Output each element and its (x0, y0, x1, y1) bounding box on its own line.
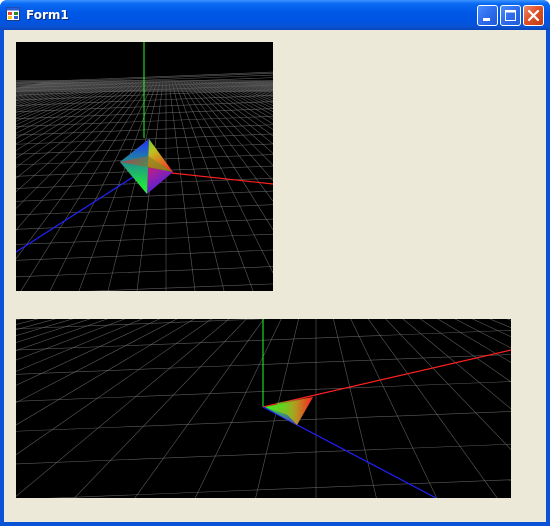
grid-line (16, 319, 143, 372)
grid-line (189, 81, 273, 166)
grid-line (16, 411, 511, 432)
grid-line (16, 319, 74, 337)
grid-line (222, 81, 273, 104)
grid-line (16, 443, 511, 465)
app-window: Form1 (0, 0, 550, 526)
close-icon (527, 9, 540, 22)
grid-line (379, 319, 511, 498)
grid-line (177, 81, 273, 274)
grid-line (367, 319, 511, 498)
form-app-icon[interactable] (6, 7, 20, 21)
form-client-area (4, 30, 546, 522)
grid-line (16, 319, 250, 498)
window-title: Form1 (26, 8, 69, 22)
grid-line (16, 319, 91, 343)
scene-bottom (16, 319, 511, 498)
minimize-button[interactable] (477, 5, 498, 26)
grid-line (402, 319, 511, 410)
maximize-icon (505, 10, 516, 21)
grid-line (471, 319, 511, 338)
grid-line (261, 81, 273, 86)
title-bar[interactable]: Form1 (0, 0, 550, 30)
grid-line (16, 319, 213, 456)
grid-line (16, 319, 161, 386)
grid-line (213, 81, 273, 112)
grid-line (231, 81, 273, 98)
grid-line (352, 319, 511, 498)
grid-line (16, 204, 273, 216)
grid-line (74, 319, 247, 498)
grid-line (454, 319, 511, 349)
grid-line (16, 319, 230, 497)
scene-top (16, 42, 273, 291)
grid-line (47, 479, 511, 498)
grid-line (16, 319, 195, 426)
close-button[interactable] (523, 5, 544, 26)
grid-line (16, 249, 273, 261)
z-axis (16, 169, 145, 253)
grid-line (333, 319, 377, 498)
grid-line (370, 319, 511, 498)
grid-line (489, 319, 511, 329)
grid-line (419, 319, 511, 383)
minimize-icon (483, 18, 490, 21)
grid-line (16, 266, 273, 278)
grid-line (16, 190, 273, 202)
grid-line (168, 81, 196, 291)
grid-line (270, 81, 273, 83)
grid-line (16, 319, 259, 498)
grid-line (192, 81, 273, 154)
grid-line (506, 319, 511, 321)
grid-line (258, 81, 273, 86)
grid-line (376, 319, 511, 498)
grid-line (207, 81, 273, 120)
grid-line (382, 319, 511, 498)
grid-line (16, 319, 256, 498)
grid-line (171, 81, 225, 291)
x-axis (262, 349, 511, 408)
viewport-top[interactable] (16, 42, 273, 291)
grid-line (358, 319, 511, 498)
maximize-button[interactable] (500, 5, 521, 26)
grid-line (216, 81, 273, 109)
grid-line (16, 319, 109, 351)
grid-line (255, 81, 273, 87)
grid-line (225, 81, 273, 102)
z-axis (262, 406, 437, 498)
grid-line (234, 81, 273, 96)
gradient-tetrahedron (120, 139, 173, 194)
viewport-bottom[interactable] (16, 319, 511, 498)
grid-line (267, 81, 273, 84)
grid-line (350, 319, 438, 498)
grid-line (87, 283, 273, 291)
grid-line (180, 81, 273, 231)
grid-line (16, 81, 65, 94)
grid-line (16, 233, 273, 245)
grid-line (361, 319, 511, 498)
grid-line (16, 319, 253, 498)
